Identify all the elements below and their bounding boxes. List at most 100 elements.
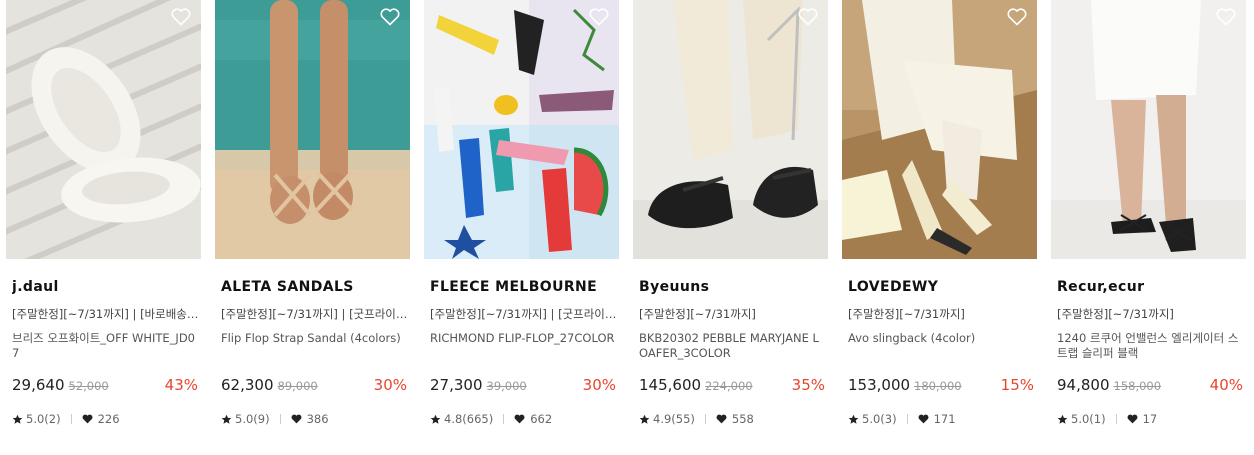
brand-name[interactable]: j.daul <box>12 279 202 295</box>
product-card[interactable]: Recur,ecur [주말한정][~7/31까지] 1240 르쿠어 언밸런스… <box>1051 0 1246 455</box>
product-grid: j.daul [주말한정][~7/31까지] | [바로배송… 브리즈 오프화이… <box>0 0 1254 455</box>
product-meta: 5.0(9) 386 <box>221 411 329 427</box>
original-price: 89,000 <box>277 379 318 393</box>
wishlist-heart-icon[interactable] <box>589 8 609 26</box>
price-row: 62,300 89,000 30% <box>221 376 407 396</box>
rating-value: 4.9(55) <box>653 412 695 426</box>
original-price: 52,000 <box>68 379 109 393</box>
heart-filled-icon <box>82 414 93 424</box>
sale-price: 145,600 <box>639 376 702 394</box>
product-card[interactable]: ALETA SANDALS [주말한정][~7/31까지] | [굿프라이… F… <box>215 0 410 455</box>
product-image[interactable] <box>633 0 828 259</box>
discount-rate: 30% <box>373 376 407 394</box>
product-meta: 5.0(3) 171 <box>848 411 956 427</box>
brand-name[interactable]: Byeuuns <box>639 279 829 295</box>
like-count: 558 <box>731 412 754 426</box>
product-name[interactable]: Flip Flop Strap Sandal (4colors) <box>221 331 409 346</box>
divider <box>279 414 281 424</box>
rating-value: 5.0(9) <box>235 412 270 426</box>
product-image[interactable] <box>1051 0 1246 259</box>
sale-price-wrap: 145,600 224,000 <box>639 376 753 394</box>
price-row: 29,640 52,000 43% <box>12 376 198 396</box>
heart-filled-icon <box>291 414 302 424</box>
product-name[interactable]: 1240 르쿠어 언밸런스 엘리게이터 스트랩 슬리퍼 블랙 <box>1057 331 1245 361</box>
promo-tags: [주말한정][~7/31까지] | [굿프라이… <box>221 307 408 321</box>
product-photo <box>842 0 1037 259</box>
original-price: 224,000 <box>705 379 753 393</box>
product-name[interactable]: BKB20302 PEBBLE MARYJANE LOAFER_3COLOR <box>639 331 827 361</box>
product-card[interactable]: j.daul [주말한정][~7/31까지] | [바로배송… 브리즈 오프화이… <box>6 0 201 455</box>
discount-rate: 35% <box>791 376 825 394</box>
original-price: 180,000 <box>914 379 962 393</box>
sale-price: 153,000 <box>848 376 911 394</box>
star-icon <box>1057 414 1068 424</box>
brand-name[interactable]: ALETA SANDALS <box>221 279 411 295</box>
like-count: 17 <box>1142 412 1158 426</box>
divider <box>906 414 908 424</box>
product-image[interactable] <box>6 0 201 259</box>
sale-price-wrap: 62,300 89,000 <box>221 376 318 394</box>
divider <box>704 414 706 424</box>
product-photo <box>424 0 619 259</box>
product-photo <box>1051 0 1246 259</box>
rating-value: 5.0(1) <box>1071 412 1106 426</box>
product-card[interactable]: LOVEDEWY [주말한정][~7/31까지] Avo slingback (… <box>842 0 1037 455</box>
wishlist-heart-icon[interactable] <box>171 8 191 26</box>
product-photo <box>633 0 828 259</box>
brand-name[interactable]: LOVEDEWY <box>848 279 1038 295</box>
discount-rate: 43% <box>164 376 198 394</box>
product-meta: 4.8(665) 662 <box>430 411 552 427</box>
divider <box>503 414 505 424</box>
promo-tags: [주말한정][~7/31까지] | [굿프라이… <box>430 307 617 321</box>
promo-tags: [주말한정][~7/31까지] | [바로배송… <box>12 307 199 321</box>
product-name[interactable]: Avo slingback (4color) <box>848 331 1036 346</box>
rating-value: 5.0(3) <box>862 412 897 426</box>
wishlist-heart-icon[interactable] <box>380 8 400 26</box>
wishlist-heart-icon[interactable] <box>1007 8 1027 26</box>
price-row: 153,000 180,000 15% <box>848 376 1034 396</box>
sale-price: 94,800 <box>1057 376 1110 394</box>
sale-price-wrap: 27,300 39,000 <box>430 376 527 394</box>
product-meta: 4.9(55) 558 <box>639 411 754 427</box>
promo-tags: [주말한정][~7/31까지] <box>848 307 965 321</box>
rating-value: 5.0(2) <box>26 412 61 426</box>
star-icon <box>848 414 859 424</box>
product-name[interactable]: RICHMOND FLIP-FLOP_27COLOR <box>430 331 618 346</box>
sale-price-wrap: 153,000 180,000 <box>848 376 962 394</box>
product-card[interactable]: FLEECE MELBOURNE [주말한정][~7/31까지] | [굿프라이… <box>424 0 619 455</box>
heart-filled-icon <box>514 414 525 424</box>
promo-tags: [주말한정][~7/31까지] <box>639 307 756 321</box>
brand-name[interactable]: Recur,ecur <box>1057 279 1247 295</box>
star-icon <box>430 414 441 424</box>
product-image[interactable] <box>215 0 410 259</box>
product-photo <box>6 0 201 259</box>
product-meta: 5.0(2) 226 <box>12 411 120 427</box>
sale-price-wrap: 94,800 158,000 <box>1057 376 1161 394</box>
price-row: 27,300 39,000 30% <box>430 376 616 396</box>
star-icon <box>639 414 650 424</box>
original-price: 158,000 <box>1113 379 1162 393</box>
divider <box>70 414 72 424</box>
discount-rate: 40% <box>1209 376 1243 394</box>
product-image[interactable] <box>424 0 619 259</box>
sale-price: 62,300 <box>221 376 274 394</box>
product-image[interactable] <box>842 0 1037 259</box>
price-row: 94,800 158,000 40% <box>1057 376 1243 396</box>
heart-filled-icon <box>1127 414 1138 424</box>
divider <box>1115 414 1117 424</box>
product-meta: 5.0(1) 17 <box>1057 411 1157 427</box>
original-price: 39,000 <box>486 379 527 393</box>
product-name[interactable]: 브리즈 오프화이트_OFF WHITE_JD07 <box>12 331 200 361</box>
like-count: 662 <box>530 412 553 426</box>
brand-name[interactable]: FLEECE MELBOURNE <box>430 279 620 295</box>
wishlist-heart-icon[interactable] <box>798 8 818 26</box>
product-card[interactable]: Byeuuns [주말한정][~7/31까지] BKB20302 PEBBLE … <box>633 0 828 455</box>
discount-rate: 30% <box>582 376 616 394</box>
like-count: 386 <box>306 412 329 426</box>
like-count: 171 <box>933 412 956 426</box>
sale-price: 27,300 <box>430 376 483 394</box>
discount-rate: 15% <box>1000 376 1034 394</box>
rating-value: 4.8(665) <box>444 412 494 426</box>
wishlist-heart-icon[interactable] <box>1216 8 1236 26</box>
promo-tags: [주말한정][~7/31까지] <box>1057 307 1174 321</box>
